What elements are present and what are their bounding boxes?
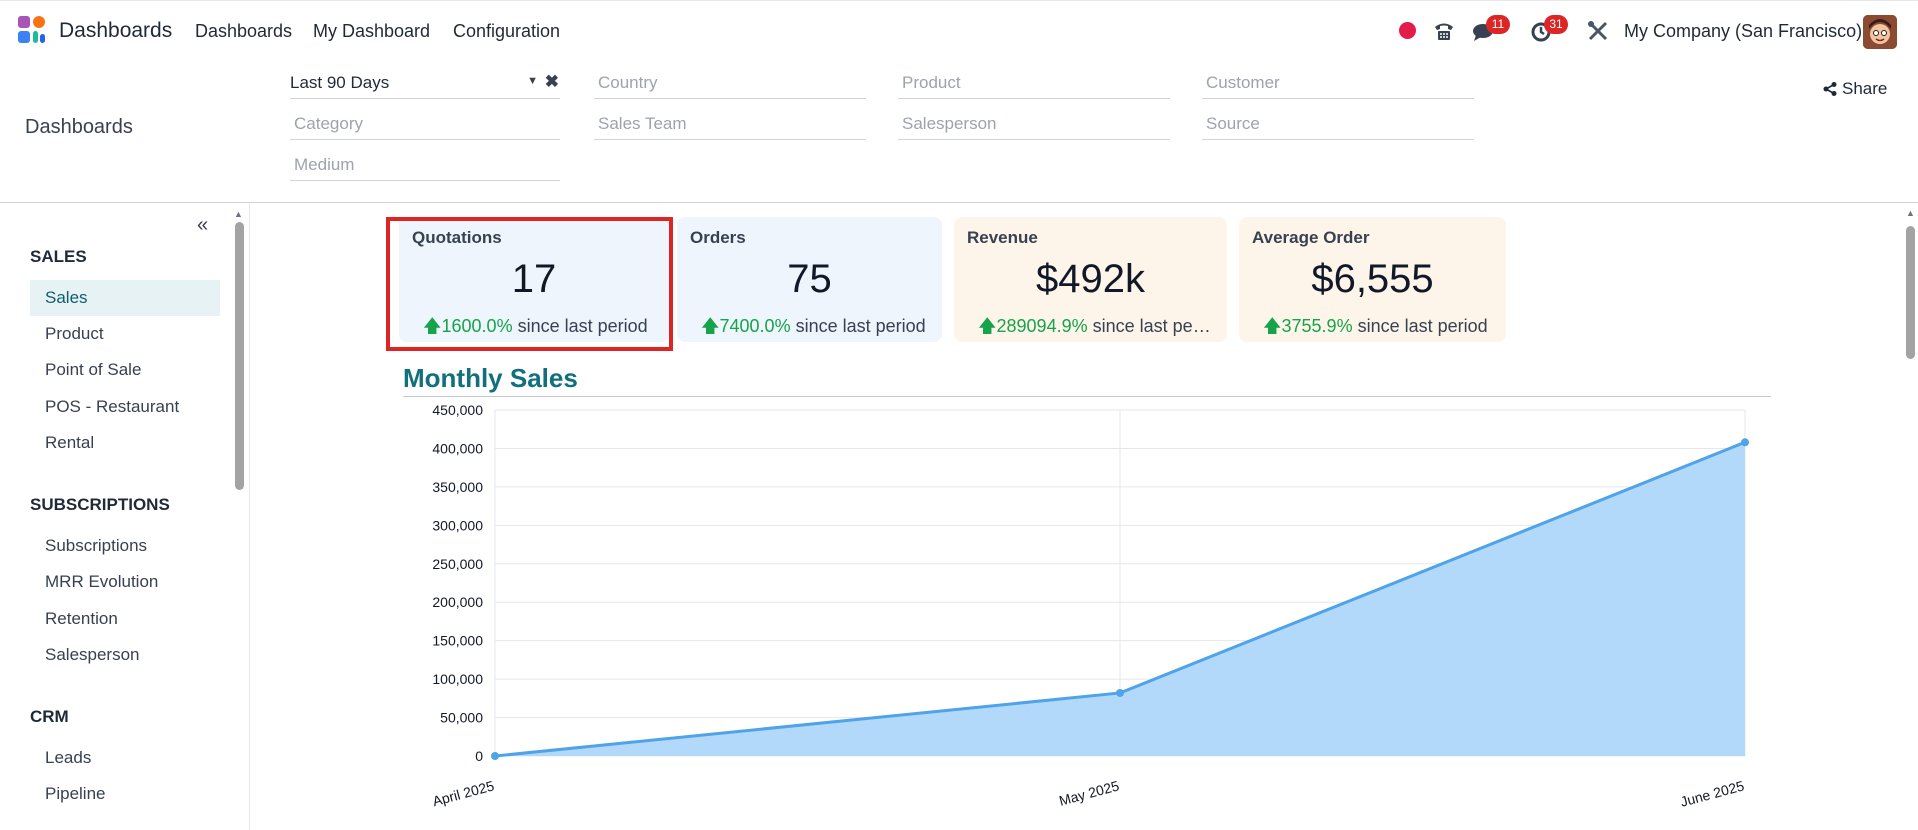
page-title: Dashboards bbox=[25, 116, 133, 138]
record-status-icon[interactable] bbox=[1399, 22, 1416, 39]
x-tick-label: April 2025 bbox=[431, 777, 496, 809]
sidebar-item-pos-restaurant[interactable]: POS - Restaurant bbox=[30, 389, 220, 425]
kpi-card-orders[interactable]: Orders 75 🡅7400.0% since last period bbox=[677, 217, 942, 342]
page-scroll-up-arrow-icon[interactable]: ▲ bbox=[1906, 208, 1915, 218]
chart-title-rule bbox=[403, 396, 1771, 397]
kpi-value: $492k bbox=[1036, 257, 1145, 301]
company-switcher[interactable]: My Company (San Francisco) bbox=[1624, 21, 1862, 42]
control-panel-divider bbox=[0, 202, 1918, 203]
country-filter-input[interactable]: Country bbox=[594, 69, 866, 99]
arrow-up-icon: 🡅 bbox=[701, 316, 720, 336]
sidebar-item-pipeline[interactable]: Pipeline bbox=[30, 776, 220, 812]
sidebar-section-crm: CRM bbox=[30, 707, 69, 726]
sidebar-item-leads[interactable]: Leads bbox=[30, 740, 220, 776]
kpi-card-average-order[interactable]: Average Order $6,555 🡅3755.9% since last… bbox=[1239, 217, 1506, 342]
chart-title: Monthly Sales bbox=[403, 363, 578, 393]
sidebar-section-sales: SALES bbox=[30, 247, 87, 266]
sidebar-item-product[interactable]: Product bbox=[30, 316, 220, 352]
arrow-up-icon: 🡅 bbox=[1263, 316, 1282, 336]
sales-team-filter-input[interactable]: Sales Team bbox=[594, 110, 866, 140]
sidebar-section-subscriptions: SUBSCRIPTIONS bbox=[30, 495, 170, 514]
y-tick-label: 300,000 bbox=[432, 517, 483, 533]
kpi-delta: 🡅289094.9% since last period bbox=[978, 314, 1213, 344]
y-tick-label: 150,000 bbox=[432, 633, 483, 649]
kpi-title: Revenue bbox=[967, 228, 1038, 247]
scroll-up-arrow-icon[interactable]: ▲ bbox=[234, 209, 243, 219]
collapse-sidebar-icon[interactable]: « bbox=[197, 214, 208, 237]
y-tick-label: 350,000 bbox=[432, 479, 483, 495]
sidebar-divider bbox=[249, 203, 250, 830]
kpi-value: $6,555 bbox=[1311, 257, 1434, 301]
monthly-sales-chart[interactable]: 0 50,000 100,000 150,000 200,000 250,000 300,0… bbox=[400, 398, 1770, 818]
activities-badge: 31 bbox=[1544, 15, 1568, 34]
sidebar-item-subscriptions[interactable]: Subscriptions bbox=[30, 528, 220, 564]
kpi-delta-text: since last period bbox=[795, 316, 926, 336]
x-tick-label: June 2025 bbox=[1678, 777, 1746, 809]
source-filter-input[interactable]: Source bbox=[1202, 110, 1474, 140]
kpi-title: Orders bbox=[690, 228, 746, 247]
sidebar-item-sales[interactable]: Sales bbox=[30, 280, 220, 316]
tools-icon[interactable] bbox=[1584, 17, 1612, 45]
y-tick-label: 50,000 bbox=[440, 710, 483, 726]
arrow-up-icon: 🡅 bbox=[978, 316, 997, 336]
sidebar-item-point-of-sale[interactable]: Point of Sale bbox=[30, 352, 220, 388]
data-point bbox=[1116, 688, 1124, 697]
share-icon bbox=[1823, 82, 1837, 96]
share-label: Share bbox=[1842, 79, 1888, 98]
sidebar-item-salesperson[interactable]: Salesperson bbox=[30, 637, 220, 673]
x-tick-label: May 2025 bbox=[1057, 777, 1121, 808]
caret-down-icon[interactable]: ▼ bbox=[527, 75, 538, 87]
top-navbar: Dashboards Dashboards My Dashboard Confi… bbox=[0, 0, 1918, 62]
data-point bbox=[491, 752, 499, 760]
app-name[interactable]: Dashboards bbox=[59, 19, 172, 43]
kpi-title: Average Order bbox=[1252, 228, 1370, 247]
customer-filter-input[interactable]: Customer bbox=[1202, 69, 1474, 99]
sidebar-scroll-thumb[interactable] bbox=[235, 222, 244, 490]
sidebar-item-retention[interactable]: Retention bbox=[30, 601, 220, 637]
kpi-delta-percent: 7400.0% bbox=[719, 316, 791, 336]
y-tick-label: 450,000 bbox=[432, 402, 483, 418]
y-tick-label: 400,000 bbox=[432, 440, 483, 456]
category-filter-input[interactable]: Category bbox=[290, 110, 560, 140]
kpi-value: 75 bbox=[787, 257, 832, 301]
y-tick-label: 250,000 bbox=[432, 556, 483, 572]
salesperson-filter-input[interactable]: Salesperson bbox=[898, 110, 1170, 140]
share-button[interactable]: Share bbox=[1822, 79, 1887, 99]
sidebar-item-rental[interactable]: Rental bbox=[30, 425, 220, 461]
product-filter-input[interactable]: Product bbox=[898, 69, 1170, 99]
date-filter-value: Last 90 Days bbox=[290, 73, 390, 92]
medium-filter-input[interactable]: Medium bbox=[290, 151, 560, 181]
selection-highlight bbox=[386, 217, 673, 351]
kpi-delta-percent: 3755.9% bbox=[1281, 316, 1353, 336]
messages-badge: 11 bbox=[1486, 15, 1510, 34]
user-avatar[interactable] bbox=[1863, 15, 1897, 49]
kpi-delta: 🡅3755.9% since last period bbox=[1263, 314, 1492, 344]
menu-dashboards[interactable]: Dashboards bbox=[195, 21, 292, 42]
menu-my-dashboard[interactable]: My Dashboard bbox=[313, 21, 430, 42]
date-filter-select[interactable]: Last 90 Days ▼ ✖ bbox=[290, 69, 560, 99]
data-point bbox=[1741, 438, 1749, 447]
sidebar-item-mrr-evolution[interactable]: MRR Evolution bbox=[30, 564, 220, 600]
kpi-delta-text: since last period bbox=[1092, 316, 1213, 336]
y-tick-label: 100,000 bbox=[432, 671, 483, 687]
y-tick-label: 0 bbox=[475, 748, 483, 764]
y-tick-label: 200,000 bbox=[432, 594, 483, 610]
clear-filter-icon[interactable]: ✖ bbox=[545, 72, 559, 92]
kpi-delta: 🡅7400.0% since last period bbox=[701, 314, 928, 344]
apps-menu-icon[interactable] bbox=[18, 16, 48, 46]
menu-configuration[interactable]: Configuration bbox=[453, 21, 560, 42]
page-scroll-thumb[interactable] bbox=[1906, 226, 1915, 359]
kpi-delta-percent: 289094.9% bbox=[996, 316, 1088, 336]
phone-icon[interactable] bbox=[1430, 17, 1458, 45]
kpi-delta-text: since last period bbox=[1357, 316, 1488, 336]
kpi-card-revenue[interactable]: Revenue $492k 🡅289094.9% since last peri… bbox=[954, 217, 1227, 342]
